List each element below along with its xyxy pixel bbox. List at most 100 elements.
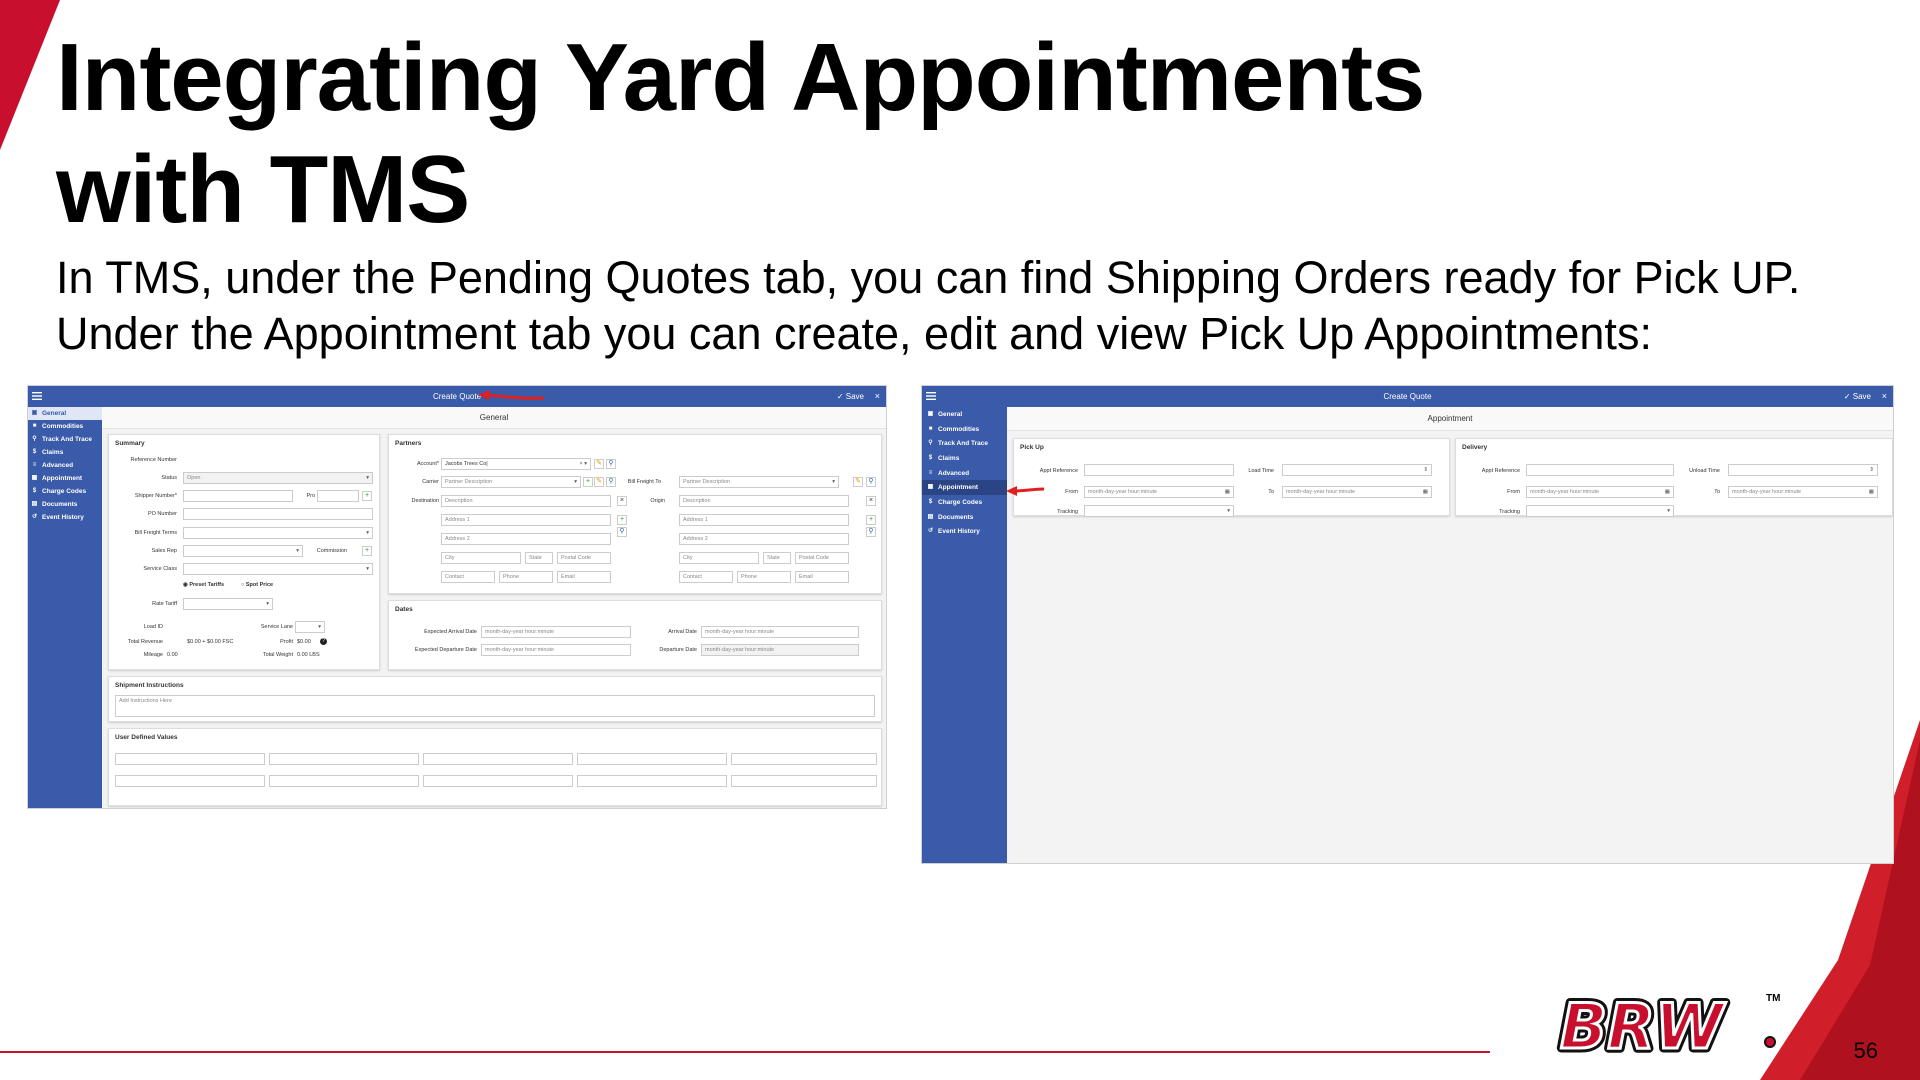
preset-tariffs-radio[interactable]: ◉ Preset Tariffs [183,582,224,588]
destination-address1-field[interactable]: Address 1 [441,514,611,526]
save-button[interactable]: ✓ Save [1844,392,1871,401]
chevron-down-icon: ▾ [574,479,577,485]
to-field[interactable]: month-day-year hour:minute ▦ [1728,486,1878,498]
sidebar-item-track-and-trace[interactable]: ⚲ Track And Trace [28,433,102,446]
user-defined-field[interactable] [577,775,727,787]
user-defined-field[interactable] [115,775,265,787]
appt-reference-field[interactable] [1526,464,1674,476]
arrival-date-field[interactable]: month-day-year hour:minute [701,626,859,638]
user-defined-field[interactable] [731,775,877,787]
departure-date-field[interactable]: month-day-year hour:minute [701,644,859,656]
account-field[interactable]: Jacobs Trees Co| × ▾ [441,458,591,470]
origin-state-field[interactable]: State [763,552,791,564]
po-number-field[interactable] [183,508,373,520]
sales-rep-select[interactable]: ▾ [183,545,303,557]
add-icon[interactable]: + [617,515,627,525]
service-lane-select[interactable]: ▾ [295,621,325,633]
destination-label: Destination [411,498,439,504]
destination-address2-field[interactable]: Address 2 [441,533,611,545]
save-button[interactable]: ✓ Save [837,392,864,401]
user-defined-field[interactable] [269,753,419,765]
origin-address1-field[interactable]: Address 1 [679,514,849,526]
origin-contact-field[interactable]: Contact [679,571,733,583]
help-icon[interactable]: ? [320,638,327,645]
origin-phone-field[interactable]: Phone [737,571,791,583]
origin-email-field[interactable]: Email [795,571,849,583]
status-select[interactable]: Open ▾ [183,472,373,484]
expected-arrival-field[interactable]: month-day-year hour:minute [481,626,631,638]
expected-departure-field[interactable]: month-day-year hour:minute [481,644,631,656]
tracking-select[interactable]: ▾ [1084,505,1234,517]
instructions-textarea[interactable]: Add Instructions Here [115,695,875,717]
shipper-number-field[interactable] [183,490,293,502]
sidebar-item-charge-codes[interactable]: $ Charge Codes [28,485,102,498]
sidebar-item-track-and-trace[interactable]: ⚲ Track And Trace [922,436,1007,451]
tracking-select[interactable]: ▾ [1526,505,1674,517]
close-icon[interactable]: × [1882,391,1887,401]
user-defined-field[interactable] [115,753,265,765]
origin-address2-field[interactable]: Address 2 [679,533,849,545]
spot-price-radio[interactable]: ○ Spot Price [241,582,273,588]
destination-contact-field[interactable]: Contact [441,571,495,583]
appt-reference-field[interactable] [1084,464,1234,476]
unload-time-field[interactable]: ⇕ [1728,464,1878,476]
sidebar-item-commodities[interactable]: ■ Commodities [28,420,102,433]
sidebar-item-documents[interactable]: ▤ Documents [922,510,1007,525]
search-icon[interactable]: ⚲ [866,527,876,537]
search-icon[interactable]: ⚲ [866,477,876,487]
add-icon[interactable]: + [866,515,876,525]
sidebar-item-commodities[interactable]: ■ Commodities [922,422,1007,437]
search-icon[interactable]: ⚲ [606,477,616,487]
destination-email-field[interactable]: Email [557,571,611,583]
service-class-select[interactable]: ▾ [183,563,373,575]
destination-phone-field[interactable]: Phone [499,571,553,583]
delivery-heading: Delivery [1462,444,1488,451]
sidebar-item-claims[interactable]: $ Claims [922,451,1007,466]
sidebar-item-charge-codes[interactable]: $ Charge Codes [922,495,1007,510]
user-defined-field[interactable] [577,753,727,765]
from-field[interactable]: month-day-year hour:minute ▦ [1084,486,1234,498]
destination-postal-code-field[interactable]: Postal Code [557,552,611,564]
sidebar-item-appointment[interactable]: ▦ Appointment [28,472,102,485]
sidebar-item-appointment[interactable]: ▦ Appointment [922,480,1007,496]
destination-description-field[interactable]: Description [441,495,611,507]
sidebar-item-event-history[interactable]: ↺ Event History [28,511,102,524]
origin-city-field[interactable]: City [679,552,759,564]
origin-postal-code-field[interactable]: Postal Code [795,552,849,564]
load-time-field[interactable]: ⇕ [1282,464,1432,476]
history-icon: ↺ [31,514,38,520]
close-icon[interactable]: × [617,496,627,506]
origin-description-field[interactable]: Description [679,495,849,507]
sidebar-item-general[interactable]: ▣ General [28,407,102,420]
sidebar-item-claims[interactable]: $ Claims [28,446,102,459]
destination-city-field[interactable]: City [441,552,521,564]
sidebar-item-advanced[interactable]: ≡ Advanced [922,466,1007,481]
search-icon[interactable]: ⚲ [606,459,616,469]
add-icon[interactable]: + [583,477,593,487]
add-icon[interactable]: + [362,491,372,501]
search-icon[interactable]: ⚲ [617,527,627,537]
sidebar-item-documents[interactable]: ▤ Documents [28,498,102,511]
sidebar-item-event-history[interactable]: ↺ Event History [922,525,1007,540]
pro-field[interactable] [317,490,359,502]
destination-state-field[interactable]: State [525,552,553,564]
sidebar-item-general[interactable]: ▣ General [922,407,1007,422]
add-icon[interactable]: + [362,546,372,556]
arrival-date-label: Arrival Date [668,629,697,635]
user-defined-field[interactable] [423,753,573,765]
sidebar-item-advanced[interactable]: ≡ Advanced [28,459,102,472]
edit-icon[interactable]: ✎ [853,477,863,487]
edit-icon[interactable]: ✎ [594,477,604,487]
rate-tariff-select[interactable]: ▾ [183,598,273,610]
user-defined-field[interactable] [731,753,877,765]
carrier-field[interactable]: Partner Description ▾ [441,476,581,488]
close-icon[interactable]: × [875,391,880,401]
bill-freight-to-field[interactable]: Partner Description ▾ [679,476,839,488]
user-defined-field[interactable] [423,775,573,787]
edit-icon[interactable]: ✎ [594,459,604,469]
bill-freight-terms-select[interactable]: ▾ [183,527,373,539]
to-field[interactable]: month-day-year hour:minute ▦ [1282,486,1432,498]
close-icon[interactable]: × [866,496,876,506]
from-field[interactable]: month-day-year hour:minute ▦ [1526,486,1674,498]
user-defined-field[interactable] [269,775,419,787]
